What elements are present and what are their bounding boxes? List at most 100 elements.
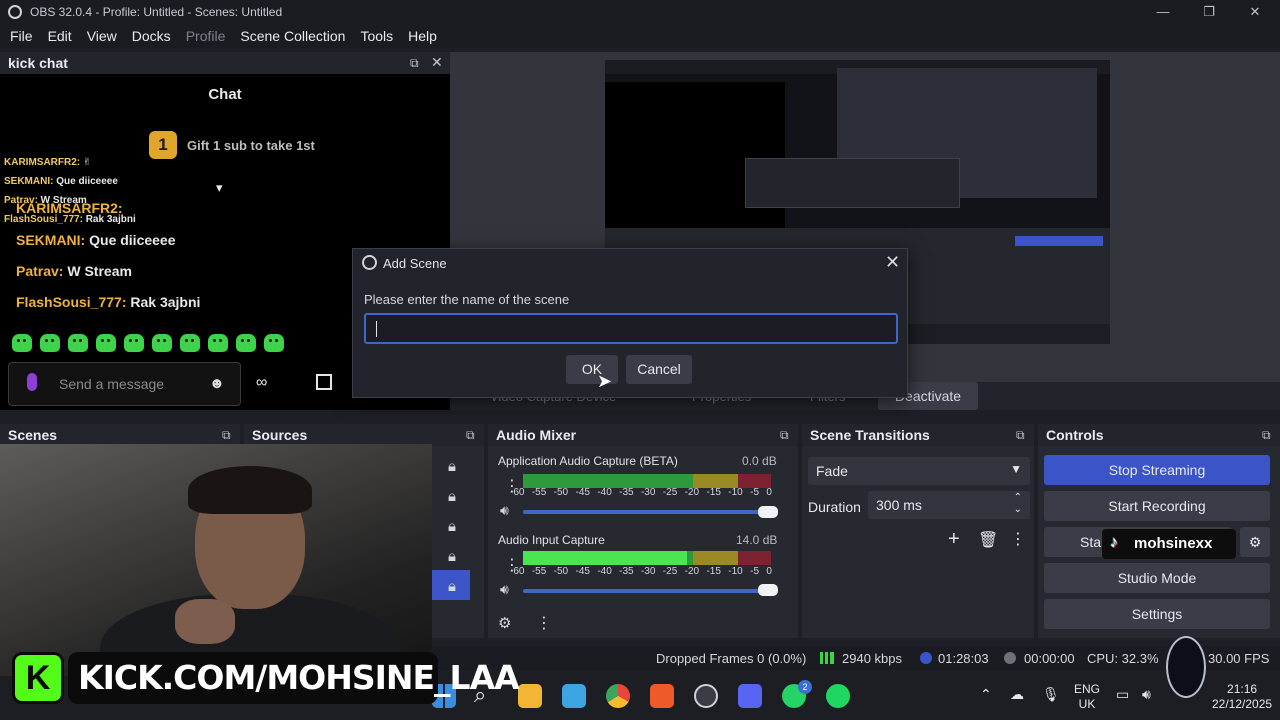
menu-tools[interactable]: Tools	[354, 28, 399, 44]
emote-icon[interactable]	[68, 334, 88, 352]
emote-icon[interactable]	[40, 334, 60, 352]
chevron-up-icon[interactable]: ⌃	[980, 686, 992, 703]
settings-button[interactable]: Settings	[1044, 599, 1270, 629]
overlay-message: KARIMSARFR2: ✌	[4, 157, 92, 168]
cancel-button[interactable]: Cancel	[626, 355, 692, 384]
language[interactable]: ENG UK	[1074, 682, 1100, 712]
add-transition-icon[interactable]: +	[948, 528, 960, 551]
cpu-usage: CPU: 32.3%	[1087, 651, 1159, 666]
send-placeholder: Send a message	[59, 376, 165, 392]
transition-select[interactable]: Fade ▼	[808, 457, 1030, 485]
maximize-button[interactable]: ❐	[1194, 2, 1224, 22]
virtual-camera-settings-icon[interactable]: ⚙	[1240, 527, 1270, 557]
emoji-icon[interactable]: ☻	[209, 375, 225, 392]
discord-icon[interactable]	[738, 684, 762, 708]
emote-icon[interactable]	[264, 334, 284, 352]
lock-icon[interactable]: 🔒︎	[448, 518, 456, 535]
kick-banner: K KICK.COM/MOHSINE_LAA	[12, 650, 520, 706]
clock[interactable]: 21:16 22/12/2025	[1212, 682, 1272, 712]
studio-mode-button[interactable]: Studio Mode	[1044, 563, 1270, 593]
trash-icon[interactable]: 🗑︎	[978, 530, 998, 550]
lock-icon[interactable]: 🔒︎	[448, 548, 456, 565]
close-button[interactable]: ✕	[1240, 2, 1270, 22]
emote-icon[interactable]	[152, 334, 172, 352]
emote-icon[interactable]	[236, 334, 256, 352]
float-dock-icon[interactable]: ⧉	[1016, 428, 1025, 443]
duration-input[interactable]: 300 ms ⌃ ⌄	[868, 491, 1030, 519]
send-message-input[interactable]: Send a message ☻	[8, 362, 241, 406]
menu-docks[interactable]: Docks	[126, 28, 177, 44]
lock-icon[interactable]: 🔒︎	[448, 458, 456, 475]
scene-transitions-dock: Scene Transitions ⧉ Fade ▼ Duration 300 m…	[802, 424, 1034, 638]
store-icon[interactable]	[316, 374, 332, 390]
speaker-icon[interactable]: 🔊︎	[500, 581, 509, 598]
dropped-frames: Dropped Frames 0 (0.0%)	[656, 651, 807, 666]
close-dock-icon[interactable]: ✕	[431, 54, 443, 71]
float-dock-icon[interactable]: ⧉	[222, 428, 231, 443]
obs-taskbar-icon[interactable]	[694, 684, 718, 708]
menu-help[interactable]: Help	[402, 28, 443, 44]
float-dock-icon[interactable]: ⧉	[780, 428, 789, 443]
emote-icon[interactable]	[124, 334, 144, 352]
window-title: OBS 32.0.4 - Profile: Untitled - Scenes:…	[30, 5, 283, 19]
volume-slider[interactable]	[523, 589, 771, 593]
lock-icon[interactable]: 🔒︎	[448, 488, 456, 505]
volume-slider-knob[interactable]	[758, 584, 778, 596]
transition-menu-icon[interactable]: ⋮	[1010, 529, 1026, 549]
speaker-icon[interactable]: 🔊︎	[500, 502, 509, 519]
volume-icon[interactable]: 🔊︎	[1142, 686, 1151, 703]
store-icon[interactable]	[562, 684, 586, 708]
stop-streaming-button[interactable]: Stop Streaming	[1044, 455, 1270, 485]
meter-scale: -60 -55 -50 -45 -40 -35 -30 -25 -20 -15 -10 -5 0	[510, 487, 772, 498]
menu-scene-collection[interactable]: Scene Collection	[234, 28, 351, 44]
volume-meter	[523, 474, 771, 488]
lock-icon[interactable]: 🔒︎	[448, 578, 456, 595]
chat-message: FlashSousi_777: Rak 3ajbni	[16, 294, 201, 310]
preview-nested-dialog	[745, 158, 960, 208]
channel-db: 14.0 dB	[736, 533, 778, 547]
float-dock-icon[interactable]: ⧉	[410, 56, 419, 71]
spotify-icon[interactable]	[826, 684, 850, 708]
cloud-icon[interactable]: ☁	[1010, 686, 1024, 703]
dialog-close-button[interactable]: ✕	[885, 252, 900, 273]
streaming-icon	[920, 652, 932, 664]
chat-message: SEKMANI: Que diiceeee	[16, 232, 176, 248]
record-time: 00:00:00	[1024, 651, 1075, 666]
mixer-settings-icon[interactable]: ⚙	[498, 614, 511, 632]
person-hand	[175, 599, 235, 644]
microphone-icon[interactable]: 🎙︎	[1042, 686, 1060, 703]
tiktok-handle: mohsinexx	[1134, 535, 1213, 552]
scene-name-input[interactable]	[364, 313, 898, 344]
emote-icon[interactable]	[180, 334, 200, 352]
float-dock-icon[interactable]: ⧉	[466, 428, 475, 443]
obs-logo-icon	[362, 255, 377, 270]
file-explorer-icon[interactable]	[518, 684, 542, 708]
chrome-icon[interactable]	[606, 684, 630, 708]
more-options-icon[interactable]: ∞	[256, 374, 267, 392]
menu-file[interactable]: File	[4, 28, 39, 44]
preview-stop-streaming	[1015, 236, 1103, 246]
meter-scale: -60 -55 -50 -45 -40 -35 -30 -25 -20 -15 -10 -5 0	[510, 566, 772, 577]
fps: 30.00 FPS	[1208, 651, 1270, 666]
volume-slider-knob[interactable]	[758, 506, 778, 518]
dialog-prompt: Please enter the name of the scene	[364, 292, 570, 307]
start-recording-button[interactable]: Start Recording	[1044, 491, 1270, 521]
minimize-button[interactable]: —	[1148, 2, 1178, 22]
float-dock-icon[interactable]: ⧉	[1262, 428, 1271, 443]
menu-profile[interactable]: Profile	[180, 28, 232, 44]
tiktok-icon: ♪	[1110, 534, 1118, 551]
emote-icon[interactable]	[208, 334, 228, 352]
microphone-icon[interactable]	[27, 373, 37, 391]
emote-icon[interactable]	[12, 334, 32, 352]
menu-view[interactable]: View	[81, 28, 123, 44]
mixer-menu-icon[interactable]: ⋮	[536, 613, 552, 633]
volume-slider[interactable]	[523, 510, 771, 514]
channel-db: 0.0 dB	[742, 454, 777, 468]
menu-edit[interactable]: Edit	[42, 28, 78, 44]
chat-header: Chat	[208, 86, 242, 103]
scroll-down-icon[interactable]: ▾	[216, 180, 223, 196]
brave-icon[interactable]	[650, 684, 674, 708]
emote-icon[interactable]	[96, 334, 116, 352]
gift-text[interactable]: Gift 1 sub to take 1st	[187, 138, 315, 153]
network-icon[interactable]: ▭	[1116, 686, 1129, 703]
